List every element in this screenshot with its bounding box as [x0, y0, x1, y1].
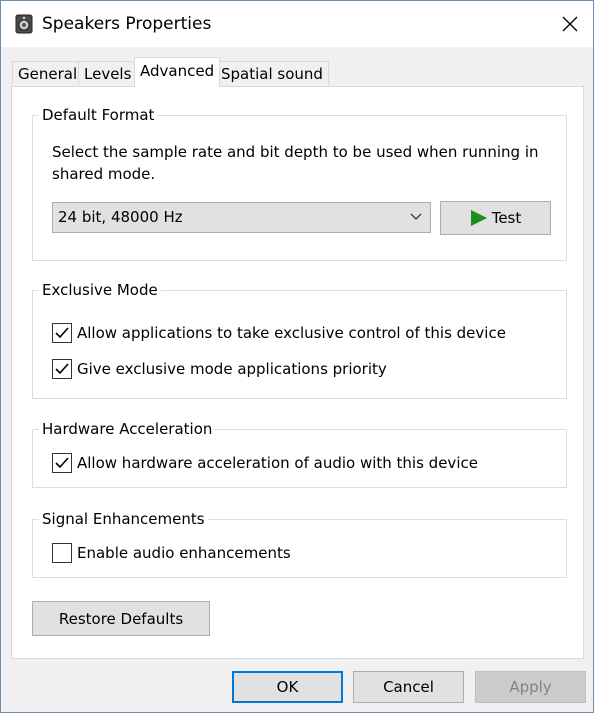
exclusive-mode-group: Exclusive Mode Allow applications to tak…	[32, 280, 567, 399]
exclusive-priority-checkbox[interactable]	[52, 359, 72, 379]
speakers-properties-dialog: Speakers Properties General Levels Advan…	[0, 0, 594, 713]
tab-advanced[interactable]: Advanced	[134, 57, 221, 87]
exclusive-control-checkbox[interactable]	[52, 323, 72, 343]
exclusive-control-label: Allow applications to take exclusive con…	[77, 324, 506, 342]
checkmark-icon	[55, 327, 69, 339]
advanced-tab-panel: Default Format Select the sample rate an…	[11, 86, 584, 659]
default-format-group: Default Format Select the sample rate an…	[32, 105, 567, 261]
close-icon	[562, 16, 578, 32]
signal-enhancements-title: Signal Enhancements	[39, 509, 208, 529]
tab-general[interactable]: General	[12, 61, 84, 85]
ok-button[interactable]: OK	[232, 671, 343, 703]
hardware-acceleration-label: Allow hardware acceleration of audio wit…	[77, 454, 478, 472]
title-bar: Speakers Properties	[1, 1, 593, 47]
exclusive-control-checkbox-row[interactable]: Allow applications to take exclusive con…	[52, 322, 506, 344]
tab-spatial-sound[interactable]: Spatial sound	[215, 61, 329, 85]
checkmark-icon	[55, 457, 69, 469]
checkmark-icon	[55, 363, 69, 375]
audio-enhancements-label: Enable audio enhancements	[77, 544, 291, 562]
exclusive-priority-label: Give exclusive mode applications priorit…	[77, 360, 387, 378]
play-icon	[470, 210, 487, 226]
hardware-acceleration-checkbox[interactable]	[52, 453, 72, 473]
sample-rate-select[interactable]: 24 bit, 48000 Hz	[52, 202, 431, 233]
cancel-button[interactable]: Cancel	[353, 671, 464, 703]
signal-enhancements-group: Signal Enhancements Enable audio enhance…	[32, 509, 567, 578]
restore-defaults-button[interactable]: Restore Defaults	[32, 601, 210, 636]
window-title: Speakers Properties	[42, 14, 212, 34]
test-button-label: Test	[491, 209, 522, 227]
speaker-icon	[15, 14, 33, 34]
exclusive-priority-checkbox-row[interactable]: Give exclusive mode applications priorit…	[52, 358, 387, 380]
exclusive-mode-title: Exclusive Mode	[39, 280, 161, 300]
hardware-acceleration-title: Hardware Acceleration	[39, 419, 216, 439]
chevron-down-icon	[410, 213, 422, 220]
sample-rate-value: 24 bit, 48000 Hz	[58, 208, 183, 226]
tab-levels[interactable]: Levels	[78, 61, 138, 85]
test-button[interactable]: Test	[440, 201, 551, 235]
close-button[interactable]	[547, 1, 593, 47]
hardware-acceleration-group: Hardware Acceleration Allow hardware acc…	[32, 419, 567, 488]
audio-enhancements-checkbox-row[interactable]: Enable audio enhancements	[52, 542, 291, 564]
apply-button[interactable]: Apply	[475, 671, 586, 703]
hardware-acceleration-checkbox-row[interactable]: Allow hardware acceleration of audio wit…	[52, 452, 478, 474]
audio-enhancements-checkbox[interactable]	[52, 543, 72, 563]
default-format-description: Select the sample rate and bit depth to …	[52, 143, 539, 183]
default-format-title: Default Format	[39, 105, 158, 125]
